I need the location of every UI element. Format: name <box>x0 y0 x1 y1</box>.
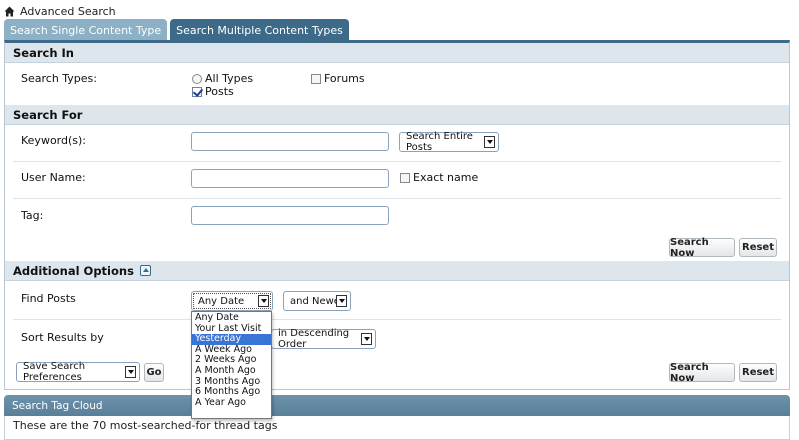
divider <box>13 161 781 162</box>
tag-label: Tag: <box>21 209 44 222</box>
username-input[interactable] <box>191 169 389 188</box>
dropdown-option[interactable]: A Year Ago <box>192 397 271 409</box>
go-button[interactable]: Go <box>144 363 164 382</box>
sort-results-label: Sort Results by <box>21 331 104 344</box>
search-now-button-bottom[interactable]: Search Now <box>669 362 735 384</box>
section-additional-options-heading: Additional Options <box>5 261 789 281</box>
section-search-in-heading: Search In <box>5 43 789 63</box>
breadcrumb: Advanced Search <box>4 4 116 18</box>
date-select-value: Any Date <box>198 295 245 307</box>
tag-input[interactable] <box>191 206 389 225</box>
chevron-down-icon <box>336 295 347 307</box>
exact-name-option[interactable]: Exact name <box>400 171 478 184</box>
exact-name-checkbox[interactable] <box>400 172 410 183</box>
reset-button[interactable]: Reset <box>739 238 777 257</box>
search-types-label: Search Types: <box>21 72 97 85</box>
tab-single-content-type[interactable]: Search Single Content Type <box>4 19 168 41</box>
section-title: Search In <box>13 45 74 60</box>
find-posts-label: Find Posts <box>21 292 76 305</box>
forums-checkbox[interactable] <box>311 73 321 84</box>
all-types-radio[interactable] <box>192 73 202 84</box>
keyword-input[interactable] <box>191 132 389 151</box>
posts-checkbox[interactable] <box>192 86 202 97</box>
forums-label: Forums <box>324 72 365 85</box>
exact-name-label: Exact name <box>413 171 479 184</box>
collapse-icon[interactable] <box>139 265 151 276</box>
posts-option[interactable]: Posts <box>192 85 234 98</box>
date-dropdown-list[interactable]: Any Date Your Last Visit Yesterday A Wee… <box>191 311 272 419</box>
tag-cloud-title: Search Tag Cloud <box>12 399 103 412</box>
chevron-down-icon <box>361 333 372 345</box>
posts-label: Posts <box>205 85 234 98</box>
username-label: User Name: <box>21 171 86 184</box>
all-types-label: All Types <box>205 72 254 85</box>
section-title: Additional Options <box>13 263 134 278</box>
forums-option[interactable]: Forums <box>311 72 365 85</box>
keyword-label: Keyword(s): <box>21 134 87 147</box>
home-icon[interactable] <box>4 6 15 17</box>
search-now-button[interactable]: Search Now <box>669 237 735 259</box>
search-form-panel: Search In Search Types: All Types Posts … <box>4 40 790 390</box>
divider <box>13 319 781 320</box>
dropdown-option[interactable]: Any Date <box>192 312 271 324</box>
divider <box>13 198 781 199</box>
all-types-option[interactable]: All Types <box>192 72 253 85</box>
save-preferences-value: Save Search Preferences <box>23 361 86 383</box>
dropdown-option[interactable]: A Month Ago <box>192 365 271 377</box>
section-search-for-heading: Search For <box>5 105 789 125</box>
keyword-scope-select[interactable]: Search Entire Posts <box>399 131 499 153</box>
tag-cloud-header: Search Tag Cloud <box>4 395 790 416</box>
chevron-down-icon <box>258 295 269 307</box>
tag-cloud-description: These are the 70 most-searched-for threa… <box>13 419 278 432</box>
chevron-down-icon <box>125 366 136 378</box>
section-title: Search For <box>13 107 83 122</box>
reset-button-bottom[interactable]: Reset <box>739 363 777 382</box>
page-title: Advanced Search <box>20 4 116 18</box>
tab-multiple-content-types[interactable]: Search Multiple Content Types <box>170 19 349 41</box>
save-preferences-select[interactable]: Save Search Preferences <box>16 361 140 383</box>
date-select[interactable]: Any Date <box>191 291 273 311</box>
date-direction-select[interactable]: and Newer <box>283 291 351 311</box>
sort-order-select[interactable]: in Descending Order <box>271 328 376 350</box>
content-type-tabs: Search Single Content Type Search Multip… <box>4 19 349 41</box>
chevron-down-icon <box>484 136 495 148</box>
tag-cloud-body: These are the 70 most-searched-for threa… <box>4 416 790 440</box>
